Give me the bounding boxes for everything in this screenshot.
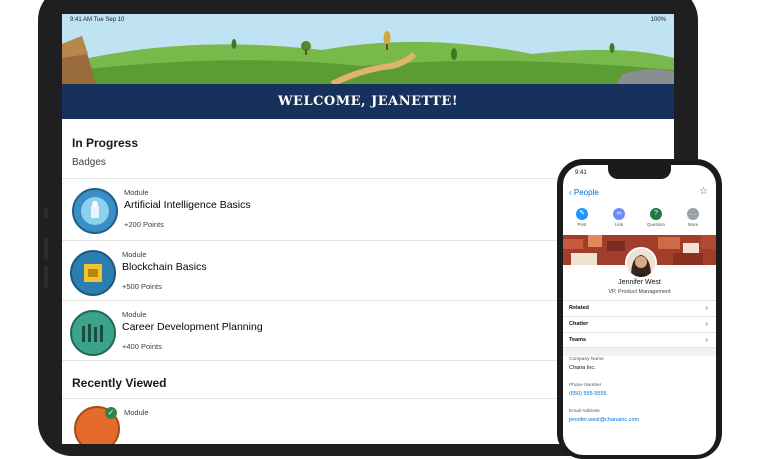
row-label: Teams (569, 337, 587, 343)
post-icon: ✎ (576, 208, 588, 220)
chevron-right-icon: › (705, 303, 708, 312)
welcome-banner-illustration: 9:41 AM Tue Sep 10 100% (62, 14, 674, 84)
action-label: Question (646, 222, 665, 227)
back-label: People (573, 188, 599, 197)
career-badge-icon (70, 310, 116, 356)
in-progress-heading: In Progress (72, 136, 139, 150)
welcome-title: WELCOME, JEANETTE! (62, 84, 674, 119)
profile-avatar (625, 247, 657, 279)
email-address-label: Email Address (569, 409, 600, 414)
phone-number-label: Phone Number (569, 383, 602, 388)
module-title[interactable]: Blockchain Basics (122, 261, 207, 273)
module-title[interactable]: Artificial Intelligence Basics (124, 199, 251, 211)
section-spacer (563, 348, 716, 356)
tablet-volume-down-button (44, 266, 48, 288)
star-icon[interactable]: ☆ (699, 186, 708, 197)
row-label: Chatter (569, 321, 589, 327)
question-action[interactable]: ? Question (641, 208, 671, 227)
phone-notch (608, 165, 671, 179)
phone-screen: 9:41 ‹ People ☆ ✎ Post ∞ Link ? Question… (563, 165, 716, 455)
ai-badge-icon (72, 188, 118, 234)
phone-frame: 9:41 ‹ People ☆ ✎ Post ∞ Link ? Question… (557, 159, 722, 459)
module-label: Module (124, 408, 149, 417)
more-icon: … (687, 208, 699, 220)
related-row[interactable]: Related › (563, 300, 716, 317)
email-address-link[interactable]: jennifer.west@chanainc.com (569, 417, 639, 423)
action-label: Post (577, 222, 587, 227)
chevron-right-icon: › (705, 335, 708, 344)
back-button[interactable]: ‹ People (569, 188, 599, 197)
row-label: Related (569, 305, 589, 311)
module-label: Module (122, 310, 147, 319)
post-action[interactable]: ✎ Post (567, 208, 597, 227)
question-icon: ? (650, 208, 662, 220)
completed-check-icon: ✓ (105, 407, 117, 419)
profile-role: VP, Product Management (608, 289, 671, 295)
company-name-value: Chana Inc. (569, 365, 596, 371)
phone-number-link[interactable]: (650) 555-5555 (569, 391, 607, 397)
module-points: +500 Points (122, 282, 162, 291)
status-time: 9:41 AM Tue Sep 10 (70, 17, 125, 23)
module-title[interactable]: Career Development Planning (122, 321, 263, 333)
module-label: Module (122, 250, 147, 259)
chevron-right-icon: › (705, 319, 708, 328)
action-bar: ✎ Post ∞ Link ? Question … More (563, 205, 716, 236)
profile-name: Jennifer West (618, 279, 661, 286)
module-points: +400 Points (122, 342, 162, 351)
module-points: +200 Points (124, 220, 164, 229)
tablet-side-button (44, 208, 48, 218)
tablet-volume-up-button (44, 238, 48, 260)
link-action[interactable]: ∞ Link (604, 208, 634, 227)
badges-subheading: Badges (72, 157, 106, 168)
action-label: More (687, 222, 699, 227)
action-label: Link (614, 222, 624, 227)
phone-status-time: 9:41 (575, 170, 587, 176)
link-icon: ∞ (613, 208, 625, 220)
module-label: Module (124, 188, 149, 197)
teams-row[interactable]: Teams › (563, 332, 716, 348)
phone-nav-bar: ‹ People ☆ (563, 183, 716, 203)
chatter-row[interactable]: Chatter › (563, 316, 716, 333)
status-battery: 100% (650, 17, 666, 23)
tablet-status-bar: 9:41 AM Tue Sep 10 100% (62, 14, 674, 28)
recently-viewed-heading: Recently Viewed (72, 376, 167, 390)
company-name-label: Company Name (569, 357, 604, 362)
more-action[interactable]: … More (678, 208, 708, 227)
blockchain-badge-icon (70, 250, 116, 296)
